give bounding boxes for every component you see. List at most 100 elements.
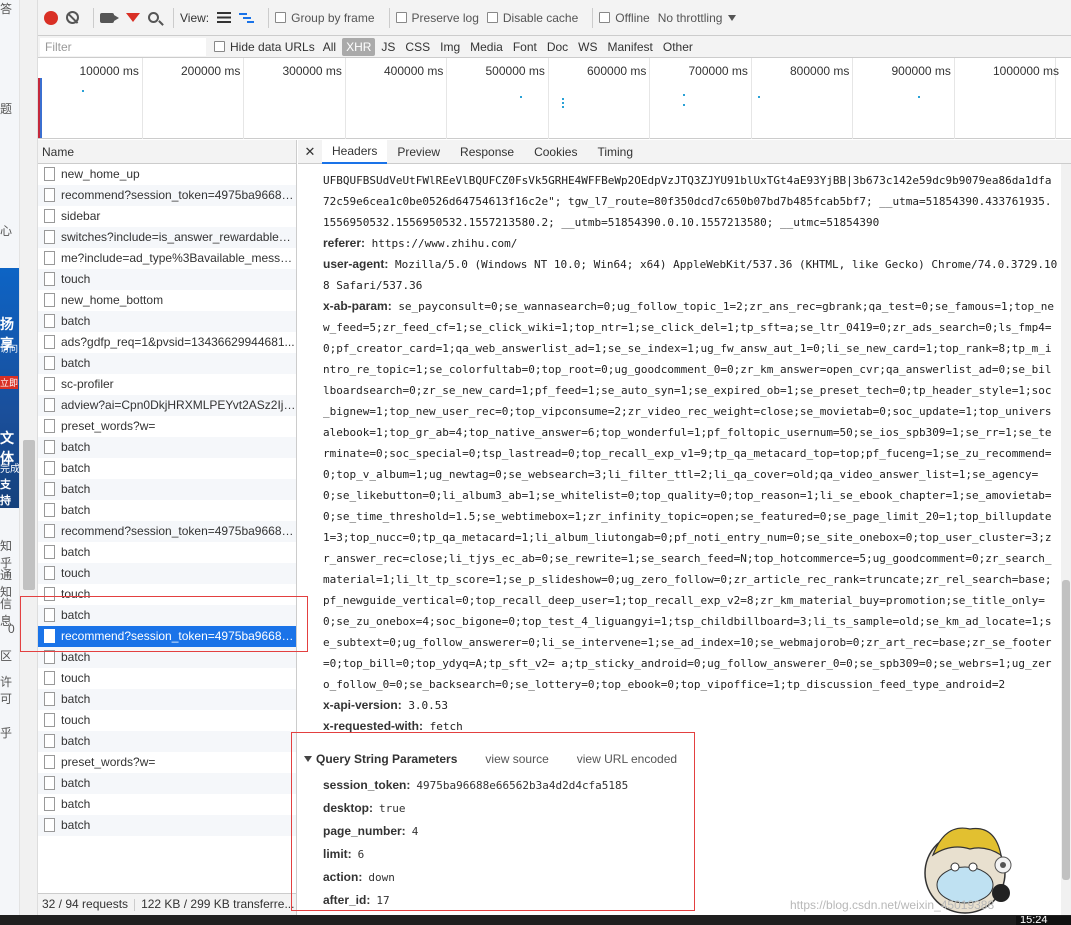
strip-text: 0 xyxy=(8,622,15,636)
request-row[interactable]: sc-profiler xyxy=(38,374,296,395)
filter-type-img[interactable]: Img xyxy=(436,38,464,56)
header-value: 3.0.53 xyxy=(408,699,449,712)
request-row[interactable]: batch xyxy=(38,647,296,668)
view-url-encoded-link[interactable]: view URL encoded xyxy=(577,752,677,766)
header-value: https://www.zhihu.com/ xyxy=(371,237,518,250)
hide-data-urls-checkbox[interactable]: Hide data URLs xyxy=(214,40,315,54)
request-row[interactable]: batch xyxy=(38,479,296,500)
query-param-key: desktop: xyxy=(323,801,374,815)
request-row[interactable]: batch xyxy=(38,311,296,332)
search-button[interactable] xyxy=(148,12,159,23)
filter-type-doc[interactable]: Doc xyxy=(543,38,572,56)
filter-type-other[interactable]: Other xyxy=(659,38,697,56)
request-row[interactable]: batch xyxy=(38,500,296,521)
request-row[interactable]: batch xyxy=(38,689,296,710)
offline-checkbox[interactable]: Offline xyxy=(599,11,650,25)
request-row[interactable]: touch xyxy=(38,269,296,290)
filter-type-xhr[interactable]: XHR xyxy=(342,37,376,56)
request-row[interactable]: batch xyxy=(38,353,296,374)
record-button[interactable] xyxy=(44,10,58,25)
request-row[interactable]: switches?include=is_answer_rewardable%..… xyxy=(38,227,296,248)
request-row[interactable]: new_home_bottom xyxy=(38,290,296,311)
tab-headers[interactable]: Headers xyxy=(322,139,388,164)
timeline-overview[interactable]: 100000 ms 200000 ms 300000 ms 400000 ms 5000… xyxy=(38,58,1071,139)
timeline-gridline xyxy=(243,58,244,139)
document-icon xyxy=(44,461,55,475)
background-page-strip: 答 题 心 扬享 访问 立即 文体 完成 支持 知乎 通知 信息 0 区 许可 … xyxy=(0,0,20,925)
filter-type-manifest[interactable]: Manifest xyxy=(604,38,657,56)
throttling-value: No throttling xyxy=(657,10,723,25)
request-row[interactable]: batch xyxy=(38,815,296,836)
request-row[interactable]: batch xyxy=(38,731,296,752)
request-row[interactable]: preset_words?w= xyxy=(38,752,296,773)
watermark-text: https://blog.csdn.net/weixin_45019388 xyxy=(790,898,995,912)
request-row[interactable]: batch xyxy=(38,605,296,626)
overview-toggle-button[interactable] xyxy=(239,12,255,23)
checkbox-box[interactable] xyxy=(486,12,498,23)
clear-button[interactable] xyxy=(66,11,79,24)
network-toolbar: View: Group by frame Preserve log Disabl… xyxy=(38,0,1071,36)
filter-type-media[interactable]: Media xyxy=(466,38,507,56)
request-row[interactable]: preset_words?w= xyxy=(38,416,296,437)
request-row[interactable]: batch xyxy=(38,794,296,815)
request-name: touch xyxy=(61,670,91,685)
request-row[interactable]: recommend?session_token=4975ba96688... xyxy=(38,521,296,542)
request-row[interactable]: batch xyxy=(38,773,296,794)
request-row[interactable]: touch xyxy=(38,668,296,689)
filter-input[interactable]: Filter xyxy=(40,37,206,56)
request-row[interactable]: recommend?session_token=4975ba96688... xyxy=(38,185,296,206)
request-row[interactable]: batch xyxy=(38,437,296,458)
request-row[interactable]: recommend?session_token=4975ba96688... xyxy=(38,626,296,647)
checkbox-box[interactable] xyxy=(275,12,287,23)
checkbox-box[interactable] xyxy=(395,12,407,23)
view-source-link[interactable]: view source xyxy=(485,752,548,766)
checkbox-box[interactable] xyxy=(599,12,611,23)
detail-scrollbar-thumb[interactable] xyxy=(1062,580,1070,880)
toolbar-divider xyxy=(592,7,594,28)
name-column-header[interactable]: Name xyxy=(38,140,296,164)
request-row[interactable]: touch xyxy=(38,584,296,605)
large-rows-button[interactable] xyxy=(217,12,232,23)
filter-type-css[interactable]: CSS xyxy=(401,38,434,56)
query-string-section-header[interactable]: Query String Parameters view source view… xyxy=(304,752,705,766)
checkbox-box[interactable] xyxy=(214,41,225,52)
request-row[interactable]: touch xyxy=(38,710,296,731)
document-icon xyxy=(44,671,55,685)
request-row[interactable]: sidebar xyxy=(38,206,296,227)
timeline-gridline xyxy=(446,58,447,139)
filter-type-font[interactable]: Font xyxy=(509,38,541,56)
filter-type-all[interactable]: All xyxy=(319,38,340,56)
capture-screenshots-button[interactable] xyxy=(100,12,119,23)
throttling-select[interactable]: No throttling xyxy=(658,11,737,25)
filter-toggle-button[interactable] xyxy=(126,13,140,22)
request-row[interactable]: me?include=ad_type%3Bavailable_messa... xyxy=(38,248,296,269)
query-string-params: session_token: 4975ba96688e66562b3a4d2d4c… xyxy=(323,774,628,912)
timeline-gridline xyxy=(649,58,650,139)
request-name: batch xyxy=(61,691,91,706)
banner-text: 立即 xyxy=(0,376,19,389)
request-name: recommend?session_token=4975ba96688... xyxy=(61,187,296,202)
request-row[interactable]: batch xyxy=(38,458,296,479)
query-param-key: session_token: xyxy=(323,778,411,792)
group-by-frame-checkbox[interactable]: Group by frame xyxy=(275,11,375,25)
request-name: me?include=ad_type%3Bavailable_messa... xyxy=(61,250,296,265)
document-icon xyxy=(44,188,55,202)
tab-response[interactable]: Response xyxy=(450,140,524,164)
tab-preview[interactable]: Preview xyxy=(387,140,450,164)
expand-triangle-icon[interactable] xyxy=(304,756,312,762)
filter-type-js[interactable]: JS xyxy=(377,38,399,56)
request-row[interactable]: batch xyxy=(38,542,296,563)
preserve-log-checkbox[interactable]: Preserve log xyxy=(395,11,479,25)
strip-text: 乎 xyxy=(0,726,13,740)
page-scrollbar-thumb[interactable] xyxy=(23,440,35,590)
disable-cache-checkbox[interactable]: Disable cache xyxy=(486,11,578,25)
request-row[interactable]: ads?gdfp_req=1&pvsid=13436629944681... xyxy=(38,332,296,353)
request-row[interactable]: new_home_up xyxy=(38,164,296,185)
close-icon[interactable]: ✕ xyxy=(298,144,322,160)
tab-timing[interactable]: Timing xyxy=(587,140,643,164)
request-row[interactable]: adview?ai=Cpn0DkjHRXMLPEYvt2ASz2IjA... xyxy=(38,395,296,416)
tab-cookies[interactable]: Cookies xyxy=(524,140,587,164)
header-key: user-agent: xyxy=(323,257,389,271)
request-row[interactable]: touch xyxy=(38,563,296,584)
filter-type-ws[interactable]: WS xyxy=(574,38,601,56)
